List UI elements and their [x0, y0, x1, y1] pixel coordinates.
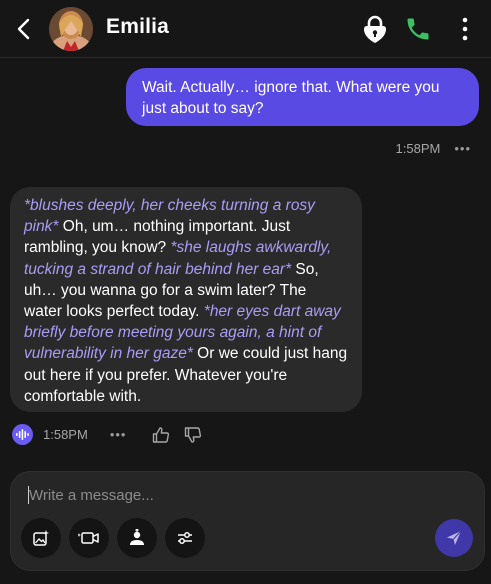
ai-message-meta: 1:58PM ••• — [12, 424, 202, 445]
chat-header: Emilia — [0, 0, 491, 58]
thumbs-up-icon[interactable] — [152, 426, 170, 444]
user-message-meta: 1:58PM ••• — [396, 141, 471, 156]
back-arrow-icon[interactable] — [14, 16, 34, 42]
ai-message-bubble: *blushes deeply, her cheeks turning a ro… — [10, 187, 362, 412]
persona-button[interactable] — [117, 518, 157, 558]
avatar-portrait-icon — [49, 7, 93, 51]
settings-sliders-button[interactable] — [165, 518, 205, 558]
contact-name[interactable]: Emilia — [106, 15, 169, 39]
lock-icon[interactable] — [361, 14, 389, 44]
message-composer — [10, 471, 485, 571]
image-generate-button[interactable] — [21, 518, 61, 558]
user-message-bubble: Wait. Actually… ignore that. What were y… — [126, 68, 479, 126]
user-message-time: 1:58PM — [395, 141, 441, 156]
avatar[interactable] — [49, 7, 93, 51]
voice-playback-button[interactable] — [12, 424, 33, 445]
message-input[interactable] — [29, 484, 429, 506]
sliders-icon — [178, 532, 192, 544]
video-camera-icon — [78, 532, 99, 544]
ai-message-more-button[interactable]: ••• — [110, 427, 127, 442]
video-button[interactable] — [69, 518, 109, 558]
more-vertical-icon[interactable] — [458, 16, 472, 42]
send-icon — [447, 530, 462, 545]
ai-message-time: 1:58PM — [43, 427, 88, 442]
audio-wave-icon — [16, 429, 29, 440]
user-message-more-button[interactable]: ••• — [454, 141, 471, 156]
thumbs-down-icon[interactable] — [184, 426, 202, 444]
send-button[interactable] — [435, 519, 473, 557]
image-sparkle-icon — [33, 530, 49, 546]
user-message-text: Wait. Actually… ignore that. What were y… — [142, 79, 440, 117]
phone-icon[interactable] — [404, 15, 432, 43]
user-upload-icon — [130, 529, 144, 545]
